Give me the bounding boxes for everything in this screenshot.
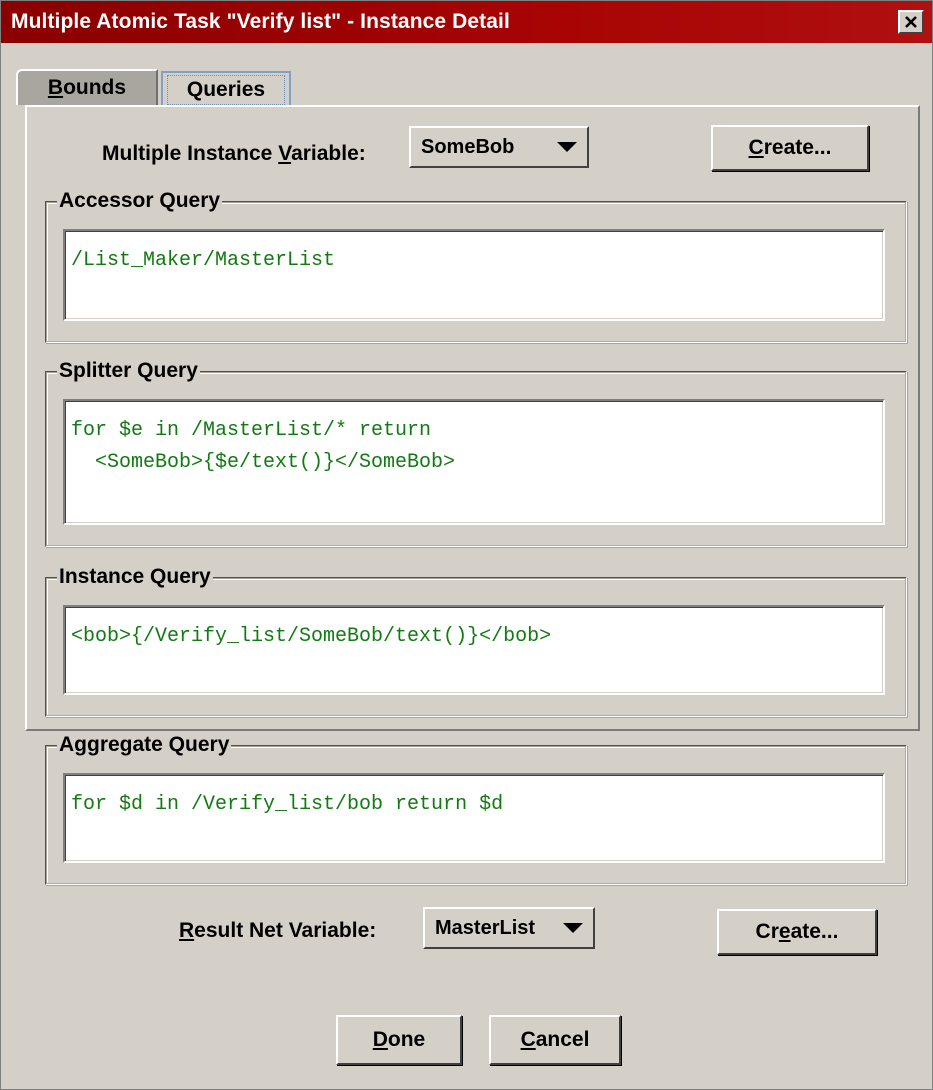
instance-query-text: <bob>{/Verify_list/SomeBob/text()}</bob> <box>71 625 552 648</box>
instance-query-title: Instance Query <box>57 565 213 589</box>
splitter-query-title: Splitter Query <box>57 359 200 383</box>
mi-variable-select[interactable]: SomeBob <box>409 126 589 168</box>
accessor-query-text: /List_Maker/MasterList <box>71 249 336 272</box>
tab-bounds-label: ounds <box>63 76 127 99</box>
tab-bounds-mnemonic: B <box>47 76 64 99</box>
done-button[interactable]: Done <box>336 1015 462 1065</box>
aggregate-query-group: Aggregate Query for $d in /Verify_list/b… <box>45 733 907 885</box>
result-variable-value: MasterList <box>435 917 536 939</box>
close-icon <box>905 16 917 28</box>
chevron-down-icon <box>563 923 583 933</box>
aggregate-query-title: Aggregate Query <box>57 733 232 757</box>
window-title: Multiple Atomic Task "Verify list" - Ins… <box>11 10 510 33</box>
create-result-variable-button[interactable]: Create... <box>717 909 877 955</box>
aggregate-query-input[interactable]: for $d in /Verify_list/bob return $d <box>63 773 885 863</box>
create-variable-button[interactable]: Create... <box>711 125 869 171</box>
focus-ring <box>167 75 285 105</box>
aggregate-query-text: for $d in /Verify_list/bob return $d <box>71 793 504 816</box>
accessor-query-input[interactable]: /List_Maker/MasterList <box>63 229 885 321</box>
tab-queries[interactable]: Queries <box>161 71 291 107</box>
splitter-query-text: for $e in /MasterList/* return <SomeBob>… <box>71 419 456 474</box>
splitter-query-group: Splitter Query for $e in /MasterList/* r… <box>45 359 907 547</box>
title-bar[interactable]: Multiple Atomic Task "Verify list" - Ins… <box>1 1 932 43</box>
instance-query-group: Instance Query <bob>{/Verify_list/SomeBo… <box>45 565 907 717</box>
instance-detail-dialog: Multiple Atomic Task "Verify list" - Ins… <box>0 0 933 1090</box>
mi-variable-label: Multiple Instance Variable: <box>102 142 366 165</box>
tab-bounds[interactable]: Bounds <box>16 69 158 105</box>
result-variable-label: Result Net Variable: <box>179 919 377 942</box>
instance-query-input[interactable]: <bob>{/Verify_list/SomeBob/text()}</bob> <box>63 605 885 695</box>
result-variable-select[interactable]: MasterList <box>423 907 595 949</box>
accessor-query-group: Accessor Query /List_Maker/MasterList <box>45 189 907 343</box>
splitter-query-input[interactable]: for $e in /MasterList/* return <SomeBob>… <box>63 399 885 525</box>
mi-variable-value: SomeBob <box>421 136 515 158</box>
accessor-query-title: Accessor Query <box>57 189 223 213</box>
close-button[interactable] <box>898 10 924 34</box>
cancel-button[interactable]: Cancel <box>489 1015 621 1065</box>
chevron-down-icon <box>557 142 577 152</box>
